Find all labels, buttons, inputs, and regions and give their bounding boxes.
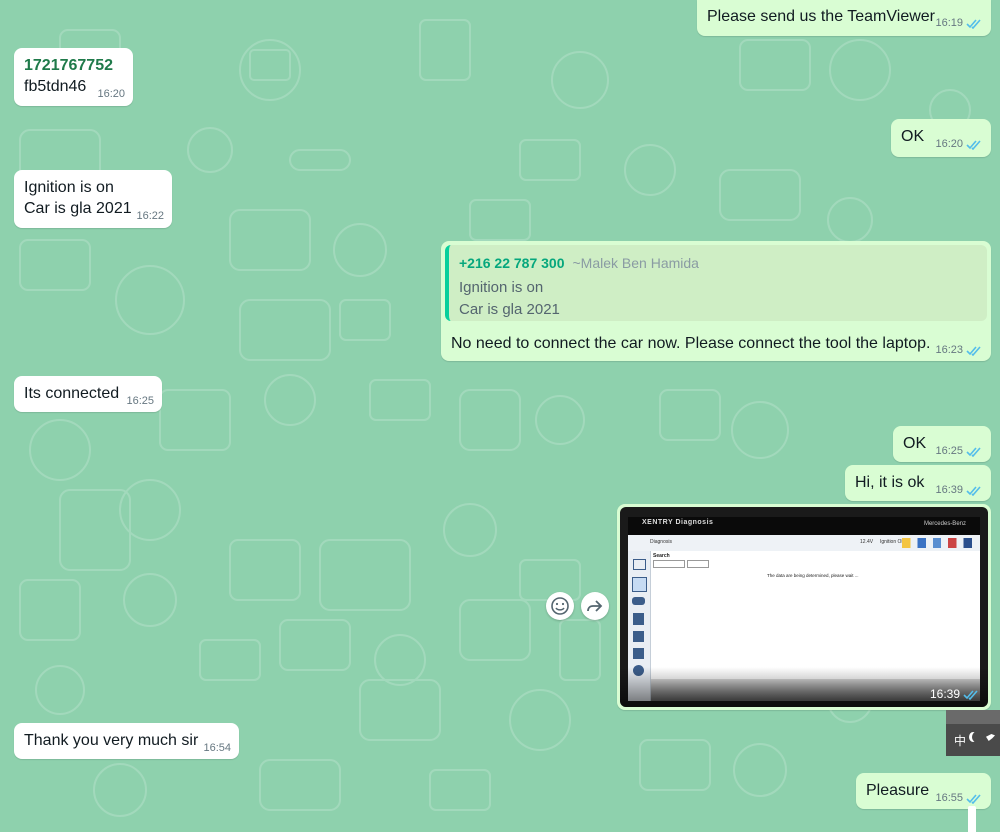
message-text: OK	[901, 128, 925, 145]
message-time: 16:25	[935, 445, 963, 457]
message-outgoing-reply[interactable]: +216 22 787 300 ~Malek Ben Hamida Ignitio…	[441, 241, 991, 361]
moon-icon[interactable]	[972, 732, 980, 742]
message-time: 16:55	[935, 792, 963, 804]
message-incoming[interactable]: Ignition is on Car is gla 2021 16:22	[14, 170, 172, 228]
diagnosis-icon	[632, 577, 647, 592]
message-text: Hi, it is ok	[855, 474, 925, 491]
ime-indicator[interactable]: 中	[954, 732, 966, 749]
message-meta: 16:20	[97, 88, 125, 100]
message-outgoing[interactable]: OK 16:25	[893, 426, 991, 462]
list-icon	[633, 613, 644, 625]
message-meta: 16:25	[126, 395, 154, 407]
react-emoji-button[interactable]	[546, 592, 574, 620]
xentry-voltage: 12.4V	[860, 539, 874, 545]
message-time: 16:20	[935, 138, 963, 150]
message-outgoing[interactable]: Please send us the TeamViewer 16:19	[697, 0, 991, 36]
xentry-toolbar-icons	[902, 538, 972, 548]
message-text-line1: Ignition is on	[24, 179, 114, 196]
message-text: OK	[903, 435, 927, 452]
read-ticks-icon	[966, 485, 981, 496]
read-ticks-icon	[963, 689, 978, 700]
read-ticks-icon	[966, 139, 981, 150]
forward-button[interactable]	[581, 592, 609, 620]
forward-arrow-icon	[587, 600, 603, 612]
message-text: Its connected	[24, 385, 120, 402]
message-incoming[interactable]: Thank you very much sir 16:54	[14, 723, 239, 759]
xentry-search-field	[653, 560, 685, 568]
message-time: 16:25	[126, 395, 154, 407]
message-meta: 16:20	[935, 138, 983, 150]
bird-icon[interactable]	[986, 734, 995, 741]
message-text-line2: fb5tdn46	[24, 78, 87, 95]
grid-icon	[633, 631, 644, 642]
smiley-icon	[551, 597, 569, 615]
message-meta: 16:22	[136, 210, 164, 222]
message-outgoing[interactable]: OK 16:20	[891, 119, 991, 157]
scroll-handle[interactable]	[968, 806, 976, 832]
message-text: Thank you very much sir	[24, 732, 199, 749]
xentry-nav-arrows	[687, 560, 709, 568]
xentry-breadcrumb: Diagnosis	[650, 539, 672, 545]
message-time: 16:23	[935, 344, 963, 356]
message-outgoing[interactable]: Hi, it is ok 16:39	[845, 465, 991, 501]
message-incoming[interactable]: Its connected 16:25	[14, 376, 162, 412]
xentry-app-title: XENTRY Diagnosis	[642, 519, 714, 526]
quoted-sender-number: +216 22 787 300	[459, 255, 565, 271]
quoted-text-line1: Ignition is on	[459, 279, 544, 296]
image-attachment[interactable]: XENTRY Diagnosis Mercedes-Benz Diagnosis…	[620, 507, 988, 707]
read-ticks-icon	[966, 793, 981, 804]
message-outgoing-image[interactable]: XENTRY Diagnosis Mercedes-Benz Diagnosis…	[617, 504, 991, 710]
xentry-titlebar: XENTRY Diagnosis Mercedes-Benz	[628, 517, 980, 535]
home-icon	[633, 559, 646, 570]
message-meta: 16:23	[935, 344, 983, 356]
xentry-brand: Mercedes-Benz	[923, 521, 966, 527]
image-meta: 16:39	[930, 687, 980, 701]
message-text: Please send us the TeamViewer	[707, 8, 935, 25]
taskbar-tray: 中	[946, 710, 1000, 756]
message-text-line2: Car is gla 2021	[24, 200, 132, 217]
read-ticks-icon	[966, 18, 981, 29]
xentry-toolbar: Diagnosis 12.4V Ignition ON	[628, 535, 980, 552]
quoted-sender: +216 22 787 300 ~Malek Ben Hamida	[459, 255, 699, 271]
read-ticks-icon	[966, 446, 981, 457]
message-time: 16:19	[935, 17, 963, 29]
message-outgoing[interactable]: Pleasure 16:55	[856, 773, 991, 809]
document-icon	[633, 648, 644, 659]
message-text: Pleasure	[866, 782, 930, 799]
quoted-sender-alias: ~Malek Ben Hamida	[572, 255, 699, 271]
message-text: No need to connect the car now. Please c…	[451, 335, 931, 352]
message-meta: 16:19	[935, 17, 983, 29]
message-incoming[interactable]: 1721767752 fb5tdn46 16:20	[14, 48, 133, 106]
read-ticks-icon	[966, 345, 981, 356]
message-time: 16:22	[136, 210, 164, 222]
xentry-search-label: Search	[653, 553, 670, 559]
message-meta: 16:39	[935, 484, 983, 496]
message-time: 16:54	[203, 742, 231, 754]
quoted-text-line2: Car is gla 2021	[459, 301, 560, 318]
xentry-status-text: The data are being determined, please wa…	[767, 573, 859, 578]
message-time: 16:20	[97, 88, 125, 100]
message-text-line1: 1721767752	[24, 57, 113, 74]
car-icon	[632, 597, 645, 605]
message-meta: 16:25	[935, 445, 983, 457]
message-meta: 16:54	[203, 742, 231, 754]
message-meta: 16:55	[935, 792, 983, 804]
message-time: 16:39	[929, 687, 960, 701]
message-time: 16:39	[935, 484, 963, 496]
quoted-message[interactable]: +216 22 787 300 ~Malek Ben Hamida Ignitio…	[445, 245, 987, 321]
taskbar-top-strip	[946, 710, 1000, 724]
